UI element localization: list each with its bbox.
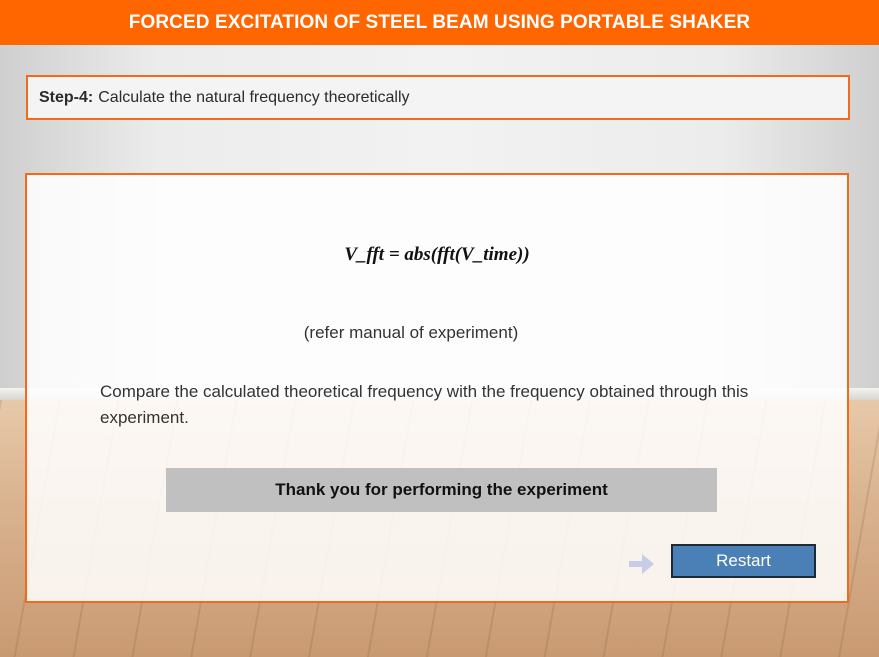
step-label: Step-4:	[39, 88, 94, 106]
step-instruction: Step-4: Calculate the natural frequency …	[26, 75, 850, 120]
refer-note: (refer manual of experiment)	[303, 323, 519, 342]
restart-button[interactable]: Restart	[671, 544, 816, 578]
arrow-right-icon	[629, 554, 654, 574]
formula: V_fft = abs(fft(V_time))	[344, 244, 530, 265]
page-title: FORCED EXCITATION OF STEEL BEAM USING PO…	[0, 0, 879, 45]
compare-instruction: Compare the calculated theoretical frequ…	[100, 382, 749, 427]
thank-you-banner: Thank you for performing the experiment	[166, 468, 717, 512]
step-text: Calculate the natural frequency theoreti…	[98, 88, 410, 106]
content-panel: V_fft = abs(fft(V_time)) (refer manual o…	[25, 173, 849, 603]
